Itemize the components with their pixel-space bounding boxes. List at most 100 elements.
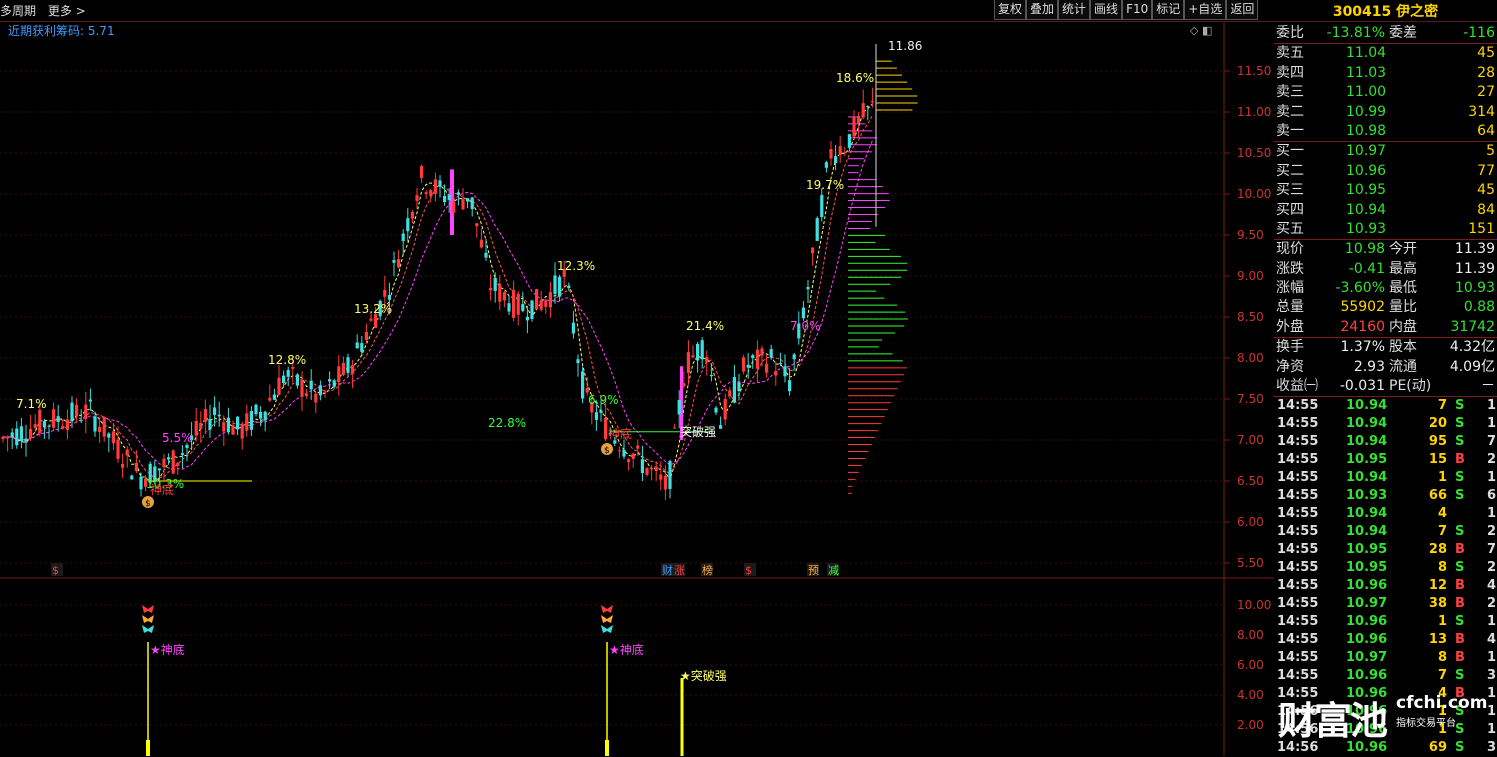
candle-body (548, 292, 552, 308)
tick-row: 14:55 10.96 13 B 4 (1274, 631, 1497, 649)
tick-count: 1 (1486, 398, 1496, 414)
tick-time: 14:55 (1277, 452, 1319, 468)
bid-row[interactable]: 买二 10.96 77 (1274, 162, 1497, 181)
ask-row[interactable]: 卖一 10.98 64 (1274, 122, 1497, 141)
back-button[interactable]: 返回 (1226, 0, 1259, 20)
candle-body (479, 239, 483, 248)
candle-body (493, 277, 497, 291)
value: -3.60% (1335, 280, 1385, 297)
level-price: 11.00 (1346, 84, 1387, 101)
stat-row: 现价 10.98 今开 11.39 (1274, 240, 1497, 259)
tick-volume: 4 (1437, 506, 1447, 522)
tick-side: S (1455, 434, 1465, 450)
candle-body (484, 252, 488, 258)
tick-side: B (1455, 632, 1465, 648)
candle-body (351, 365, 355, 374)
level-price: 11.04 (1346, 45, 1387, 62)
candle-body (599, 410, 603, 413)
candle-body (231, 425, 235, 435)
tick-side: B (1455, 650, 1465, 666)
moving-averages (2, 103, 873, 485)
value: 0.88 (1463, 299, 1495, 316)
value: -0.41 (1348, 260, 1385, 277)
value: 2.93 (1353, 358, 1385, 375)
tick-side: S (1455, 740, 1465, 756)
level-volume: 5 (1486, 143, 1495, 160)
candle-body (208, 419, 212, 430)
tick-count: 2 (1486, 524, 1496, 540)
candle-body (668, 460, 672, 489)
stock-header: 300415 伊之密 (1274, 0, 1497, 24)
add-watchlist-button[interactable]: +自选 (1184, 0, 1227, 20)
candle-body (843, 152, 847, 154)
tick-time: 14:55 (1277, 506, 1319, 522)
candle-body (332, 380, 336, 387)
price-tick-label: 10.00 (1237, 187, 1271, 201)
value: 4.09亿 (1449, 358, 1495, 375)
candle-body (42, 421, 46, 428)
stats-button[interactable]: 统计 (1058, 0, 1091, 20)
ask-row[interactable]: 卖二 10.99 314 (1274, 103, 1497, 122)
panel-icons[interactable]: ◇ ◧ (1190, 24, 1212, 37)
bid-row[interactable]: 买四 10.94 84 (1274, 201, 1497, 220)
candle-body (318, 385, 322, 396)
candle-body (10, 432, 14, 438)
mark-button[interactable]: 标记 (1152, 0, 1185, 20)
kline-chart[interactable]: 11.86 7.1%5.5%10.3%神底12.8%13.2%22.8%12.3… (0, 22, 1274, 756)
draw-button[interactable]: 画线 (1090, 0, 1123, 20)
tick-volume: 28 (1428, 542, 1447, 558)
multi-period-menu[interactable]: 多周期 (0, 4, 36, 18)
candle-body (111, 431, 115, 444)
level-label: 买四 (1276, 201, 1304, 218)
fuquan-button[interactable]: 复权 (994, 0, 1027, 20)
level-price: 10.96 (1346, 162, 1387, 179)
tick-side: S (1455, 488, 1465, 504)
candle-body (134, 462, 138, 472)
candle-body (157, 468, 161, 471)
tick-time: 14:55 (1277, 596, 1319, 612)
chart-annotation: 18.6% (836, 71, 874, 85)
bid-row[interactable]: 买五 10.93 151 (1274, 220, 1497, 239)
chart-annotation: 神底 (608, 426, 632, 441)
candle-body (401, 233, 405, 242)
label: 总量 (1276, 299, 1304, 316)
quote-panel: 委比 -13.81% 委差 -116 卖五 11.04 45 卖四 11.03 28 卖三 1… (1274, 24, 1497, 757)
ask-row[interactable]: 卖四 11.03 28 (1274, 64, 1497, 83)
level-volume: 77 (1477, 162, 1495, 179)
event-label: $ (52, 564, 59, 577)
candle-body (811, 247, 815, 254)
chart-annotation: 5.5% (162, 431, 193, 445)
stock-code: 300415 (1332, 4, 1392, 20)
tick-price: 10.96 (1346, 578, 1388, 594)
tick-time: 14:55 (1277, 668, 1319, 684)
ask-row[interactable]: 卖五 11.04 45 (1274, 44, 1497, 63)
price-tick-label: 5.50 (1237, 556, 1264, 570)
tick-count: 1 (1486, 614, 1496, 630)
bid-book: 买一 10.97 5 买二 10.96 77 买三 10.95 45 买四 10.94 84 买五 10.… (1274, 142, 1497, 239)
butterfly-icon (142, 605, 154, 613)
tick-price: 10.94 (1346, 398, 1388, 414)
tick-count: 7 (1486, 434, 1496, 450)
f10-button[interactable]: F10 (1122, 0, 1153, 20)
event-label: 榜 (702, 563, 713, 577)
candle-body (162, 458, 166, 468)
ma-line (2, 140, 873, 470)
candle-body (857, 116, 861, 124)
value: 24160 (1340, 318, 1385, 335)
high-price-label: 11.86 (888, 39, 922, 53)
ask-row[interactable]: 卖三 11.00 27 (1274, 83, 1497, 102)
more-menu[interactable]: 更多 > (48, 4, 86, 18)
bid-row[interactable]: 买一 10.97 5 (1274, 142, 1497, 161)
candle-body (475, 223, 479, 227)
tick-row: 14:55 10.96 1 S 1 (1274, 613, 1497, 631)
candle-body (24, 438, 28, 443)
candle-body (102, 416, 106, 437)
candle-body (847, 134, 851, 148)
candle-body (461, 199, 465, 210)
candle-body (696, 344, 700, 361)
tick-side: S (1455, 398, 1465, 414)
candle-body (686, 352, 690, 373)
candle-body (682, 383, 686, 387)
overlay-button[interactable]: 叠加 (1026, 0, 1059, 20)
bid-row[interactable]: 买三 10.95 45 (1274, 181, 1497, 200)
